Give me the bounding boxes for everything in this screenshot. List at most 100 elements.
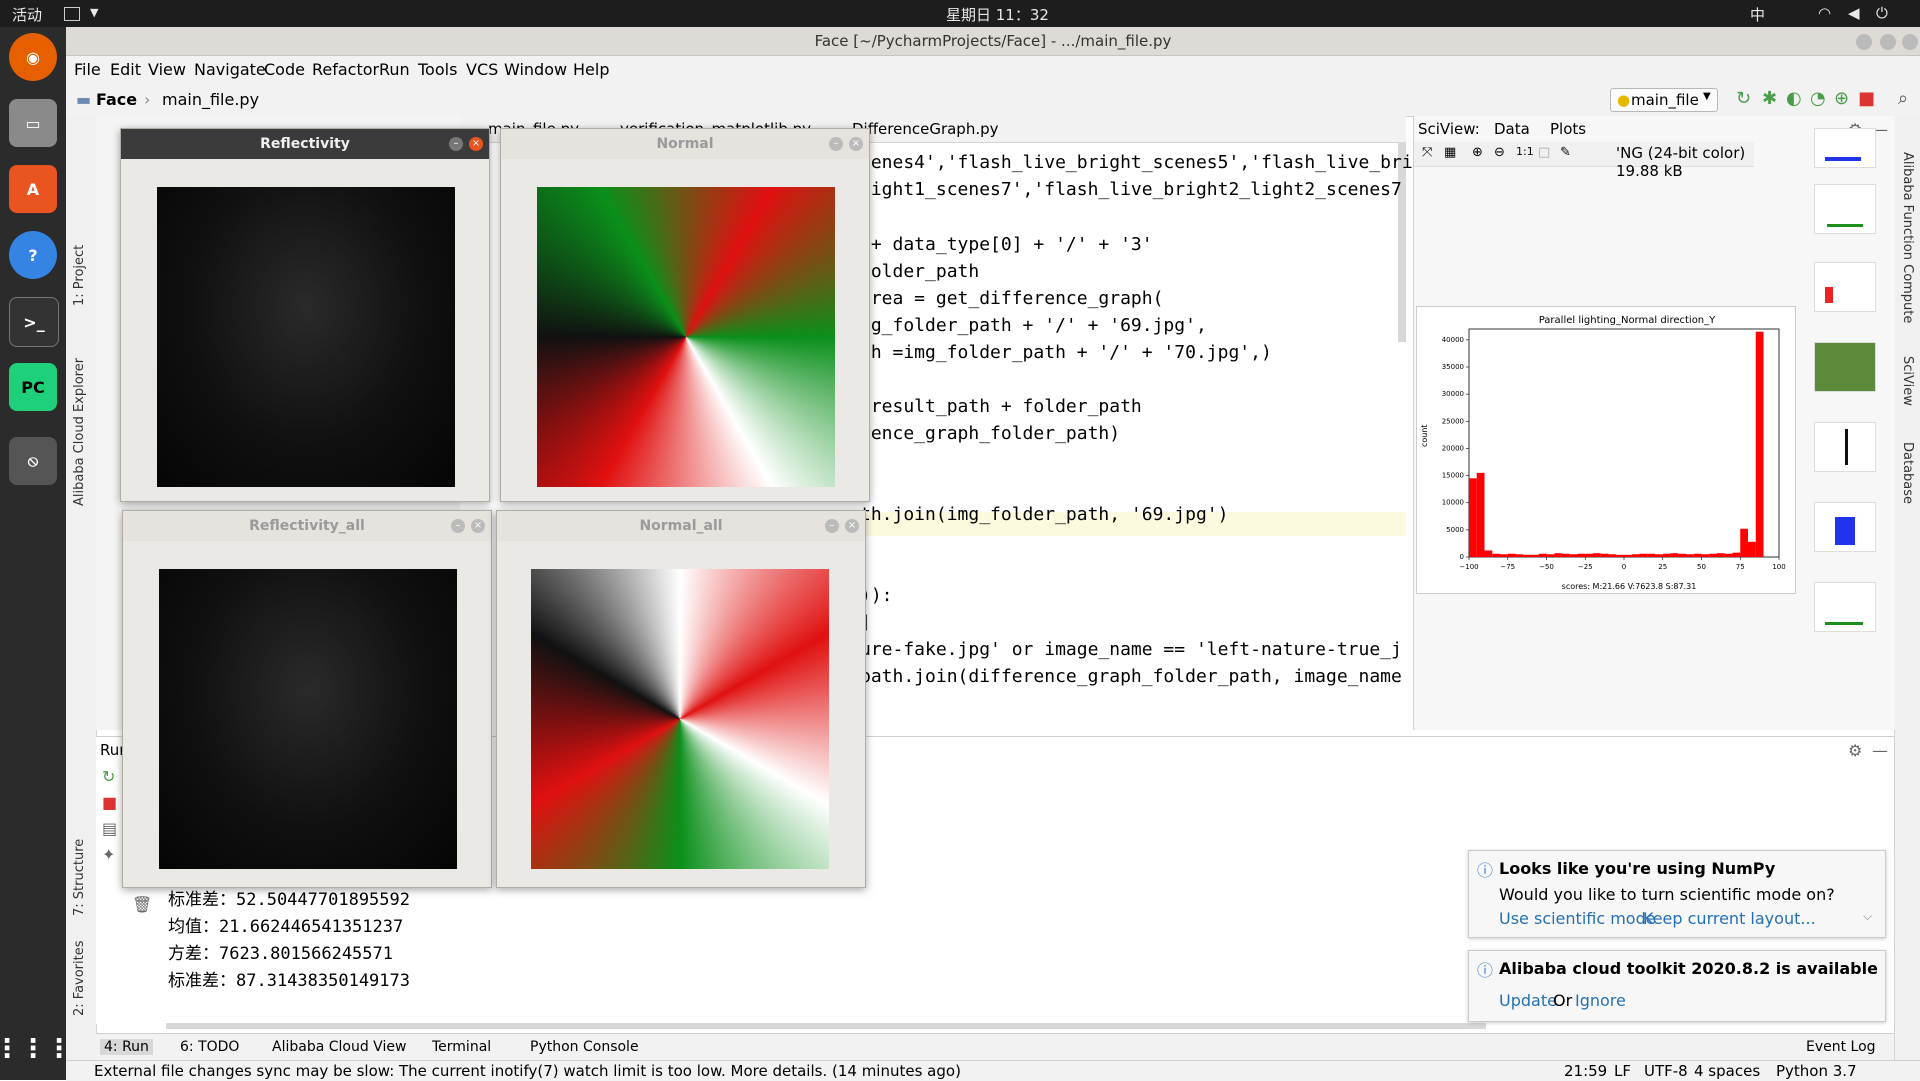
python-interpreter[interactable]: Python 3.7 (1776, 1062, 1857, 1080)
code-line[interactable]: th =img_folder_path + '/' + '70.jpg',) (860, 342, 1272, 363)
chevron-down-icon[interactable]: ⌵ (1863, 909, 1872, 924)
close-icon[interactable]: × (469, 137, 483, 151)
code-line[interactable]: cenes4','flash_live_bright_scenes5','fla… (860, 152, 1413, 173)
keep-layout-link[interactable]: Keep current layout... (1643, 909, 1816, 928)
grid-icon[interactable]: ▦ (1444, 145, 1456, 160)
menu-code[interactable]: Code (264, 60, 305, 79)
layout-icon[interactable]: ▤ (102, 819, 117, 838)
show-apps-icon[interactable]: ⋮⋮⋮ (0, 1025, 72, 1073)
tab-run[interactable]: 4: Run (100, 1039, 153, 1055)
close-icon[interactable]: × (849, 137, 863, 151)
menu-window[interactable]: Window (504, 60, 567, 79)
concurrency-icon[interactable]: ⊕ (1834, 88, 1849, 109)
close-icon[interactable]: × (845, 519, 859, 533)
status-message[interactable]: External file changes sync may be slow: … (94, 1062, 961, 1080)
sciview-tab-data[interactable]: Data (1494, 120, 1530, 138)
blocked-app-icon[interactable]: ⦸ (9, 437, 57, 485)
code-line[interactable]: rence_graph_folder_path) (860, 423, 1120, 444)
window-title[interactable]: Normal_all (497, 511, 865, 541)
activities-button[interactable]: 活动 (12, 4, 42, 25)
tab-sciview[interactable]: SciView (1900, 356, 1915, 406)
code-line[interactable]: mg_folder_path + '/' + '69.jpg', (860, 315, 1207, 336)
file-encoding[interactable]: UTF-8 (1644, 1062, 1688, 1080)
tab-alibaba-cloud-explorer[interactable]: Alibaba Cloud Explorer (72, 358, 87, 506)
files-icon[interactable]: ▭ (9, 99, 57, 147)
rerun-icon[interactable]: ↻ (102, 767, 115, 786)
breadcrumb-project[interactable]: Face (96, 90, 137, 109)
menu-navigate[interactable]: Navigate (194, 60, 266, 79)
tab-terminal[interactable]: Terminal (432, 1039, 491, 1055)
breadcrumb-file[interactable]: main_file.py (162, 90, 259, 109)
plot-thumbnail[interactable] (1814, 184, 1876, 234)
profile-icon[interactable]: ◔ (1810, 88, 1826, 109)
menu-run[interactable]: Run (379, 60, 410, 79)
plot-thumbnail[interactable] (1814, 582, 1876, 632)
software-center-icon[interactable]: A (9, 165, 57, 213)
code-line[interactable]: + data_type[0] + '/' + '3' (860, 234, 1153, 255)
menu-view[interactable]: View (148, 60, 186, 79)
cv-window-reflectivity-all[interactable]: Reflectivity_all – × (122, 510, 492, 888)
color-picker-icon[interactable]: ✎ (1560, 145, 1571, 160)
cv-window-normal[interactable]: Normal – × (500, 128, 870, 502)
trash-icon[interactable]: 🗑 (132, 895, 152, 914)
terminal-icon[interactable]: >_ (9, 297, 59, 347)
cv-window-normal-all[interactable]: Normal_all – × (496, 510, 866, 888)
actual-size-icon[interactable]: 1:1 (1516, 145, 1534, 158)
wifi-icon[interactable]: ◠ (1818, 4, 1831, 22)
code-line[interactable]: ure-fake.jpg' or image_name == 'left-nat… (860, 639, 1402, 660)
sciview-tab-plots[interactable]: Plots (1550, 120, 1586, 138)
plot-thumbnail[interactable] (1814, 262, 1876, 312)
pycharm-icon[interactable]: PC (9, 363, 57, 411)
menu-help[interactable]: Help (573, 60, 609, 79)
menu-refactor[interactable]: Refactor (312, 60, 379, 79)
chevron-down-icon[interactable]: ▼ (90, 6, 98, 19)
tab-alibaba-cloud-view[interactable]: Alibaba Cloud View (272, 1039, 406, 1055)
maximize-window-button[interactable] (1880, 34, 1896, 50)
help-icon[interactable]: ? (9, 231, 57, 279)
tab-todo[interactable]: 6: TODO (180, 1039, 239, 1055)
minimize-icon[interactable]: – (825, 519, 839, 533)
code-line[interactable]: result_path + folder_path (860, 396, 1142, 417)
tab-structure[interactable]: 7: Structure (72, 839, 87, 916)
pin-icon[interactable]: ✦ (102, 845, 115, 864)
plot-thumbnail[interactable] (1814, 342, 1876, 392)
run-config-select[interactable]: ● main_file ▼ (1610, 88, 1718, 112)
code-line[interactable]: area = get_difference_graph( (860, 288, 1163, 309)
search-icon[interactable]: ⌕ (1898, 88, 1908, 109)
rerun-icon[interactable]: ↻ (1736, 88, 1751, 109)
firefox-icon[interactable]: ◉ (9, 33, 57, 81)
debug-icon[interactable]: ✱ (1762, 88, 1777, 109)
tab-python-console[interactable]: Python Console (530, 1039, 639, 1055)
tab-event-log[interactable]: Event Log (1806, 1039, 1876, 1055)
line-separator[interactable]: LF (1614, 1062, 1631, 1080)
fit-icon[interactable]: ⤧ (1422, 145, 1432, 160)
minimize-icon[interactable]: – (451, 519, 465, 533)
zoom-out-icon[interactable]: ⊖ (1494, 145, 1505, 160)
caret-position[interactable]: 21:59 (1564, 1062, 1607, 1080)
use-scientific-mode-link[interactable]: Use scientific mode (1499, 909, 1656, 928)
code-line[interactable]: light1_scenes7','flash_live_bright2_ligh… (860, 179, 1402, 200)
background-icon[interactable]: □ (1538, 145, 1550, 160)
tab-favorites[interactable]: 2: Favorites (72, 940, 87, 1016)
tab-difference-graph[interactable]: DifferenceGraph.py (852, 120, 999, 138)
zoom-in-icon[interactable]: ⊕ (1472, 145, 1483, 160)
menu-tools[interactable]: Tools (418, 60, 457, 79)
minimize-window-button[interactable] (1856, 34, 1872, 50)
volume-icon[interactable]: ◀ (1848, 4, 1860, 22)
window-title[interactable]: Normal (501, 129, 869, 159)
window-title[interactable]: Reflectivity_all (123, 511, 491, 541)
clock[interactable]: 星期日 11：32 (946, 4, 1049, 25)
power-icon[interactable]: ⏻ (1876, 4, 1888, 22)
plot-thumbnail[interactable] (1814, 128, 1876, 168)
tab-database[interactable]: Database (1900, 442, 1915, 504)
menu-edit[interactable]: Edit (110, 60, 141, 79)
stop-icon[interactable]: ■ (102, 793, 117, 812)
input-method[interactable]: 中 (1750, 4, 1765, 25)
code-line[interactable]: path.join(difference_graph_folder_path, … (860, 666, 1402, 687)
indent-setting[interactable]: 4 spaces (1694, 1062, 1760, 1080)
horizontal-scrollbar[interactable] (166, 1023, 1486, 1029)
coverage-icon[interactable]: ◐ (1786, 88, 1802, 109)
update-link[interactable]: Update (1499, 991, 1557, 1010)
cv-window-reflectivity[interactable]: Reflectivity – × (120, 128, 490, 502)
tab-alibaba-function-compute[interactable]: Alibaba Function Compute (1900, 152, 1915, 323)
